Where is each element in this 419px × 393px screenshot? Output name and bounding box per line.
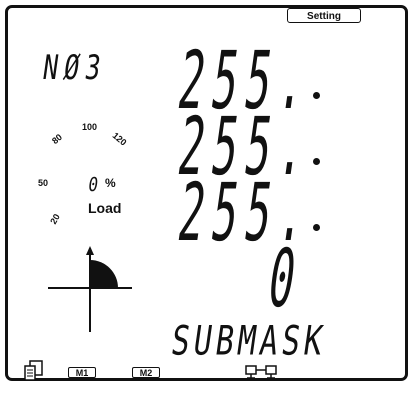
quadrant-indicator-icon xyxy=(48,246,132,332)
load-percent-unit: % xyxy=(105,176,116,190)
device-icon xyxy=(24,360,43,381)
network-link-icon xyxy=(245,365,277,379)
decimal-point-row-3 xyxy=(313,224,320,231)
decimal-point-row-2 xyxy=(313,158,320,165)
setting-indicator: Setting xyxy=(287,8,361,23)
load-scale-50: 50 xyxy=(38,178,49,188)
load-label: Load xyxy=(88,200,122,216)
decimal-point-row-1 xyxy=(313,92,320,99)
m1-indicator: M1 xyxy=(68,367,96,378)
m2-indicator: M2 xyxy=(132,367,160,378)
submask-label: SUBMASK xyxy=(168,318,330,366)
load-scale-100: 100 xyxy=(82,122,98,132)
menu-code: NØ3 xyxy=(40,48,110,88)
